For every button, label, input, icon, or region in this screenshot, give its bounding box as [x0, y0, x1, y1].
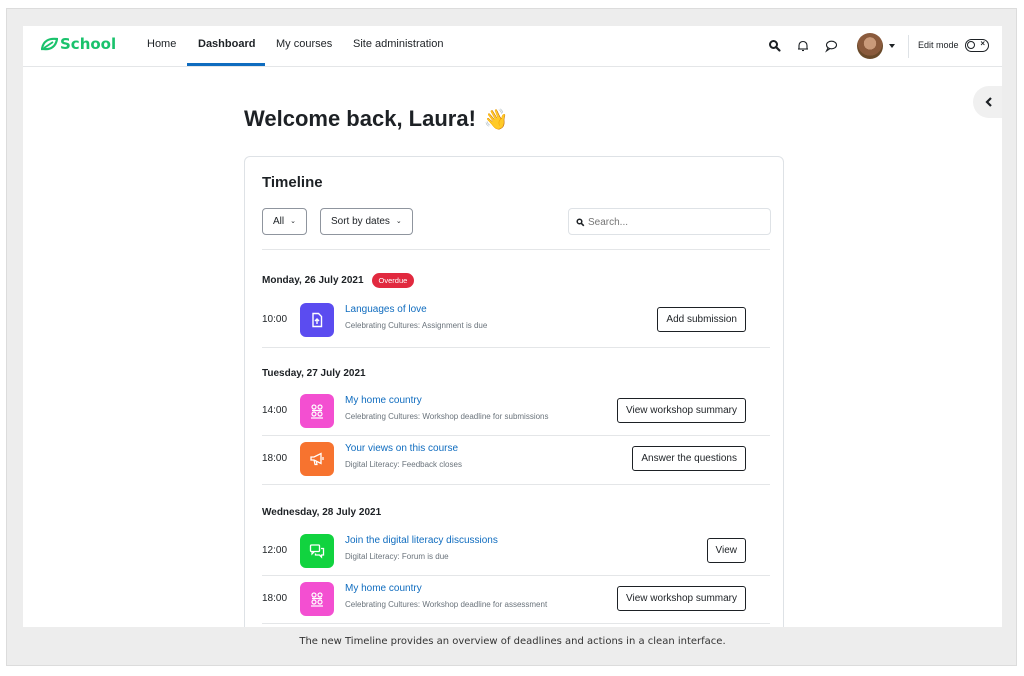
- edit-mode-toggle[interactable]: ×: [965, 39, 989, 52]
- sort-dropdown[interactable]: Sort by dates ⌄: [320, 208, 413, 235]
- view-workshop-summary-button[interactable]: View workshop summary: [617, 398, 746, 423]
- workshop-icon: [300, 582, 334, 616]
- timeline-block: Timeline All ⌄ Sort by dates ⌄ Monday, 26 …: [244, 156, 784, 627]
- search-input[interactable]: [588, 214, 763, 230]
- timeline-event: 12:00 Join the digital literacy discussi…: [262, 528, 770, 574]
- date-heading: Tuesday, 27 July 2021: [262, 368, 366, 379]
- event-time: 18:00: [262, 593, 288, 604]
- brand-logo[interactable]: School: [41, 35, 116, 53]
- timeline-event: 18:00 My home country Celebrating Cultur…: [262, 576, 770, 622]
- filter-dropdown[interactable]: All ⌄: [262, 208, 307, 235]
- timeline-event: 14:00 My home country Celebrating Cultur…: [262, 388, 770, 434]
- event-description: Celebrating Cultures: Assignment is due: [345, 321, 488, 330]
- divider: [262, 347, 770, 348]
- search-icon[interactable]: [768, 39, 782, 53]
- timeline-event: 10:00 Languages of love Celebrating Cult…: [262, 297, 770, 343]
- user-avatar[interactable]: [857, 33, 883, 59]
- date-heading: Monday, 26 July 2021 Overdue: [262, 273, 415, 288]
- add-submission-button[interactable]: Add submission: [657, 307, 746, 332]
- toggle-knob: [967, 41, 975, 49]
- waving-hand-icon: 👋: [483, 108, 509, 131]
- event-name-link[interactable]: Join the digital literacy discussions: [345, 535, 498, 546]
- timeline-event: 18:00 Your views on this course Digital …: [262, 436, 770, 482]
- edit-mode-label: Edit mode: [918, 40, 959, 50]
- nav-site-administration[interactable]: Site administration: [353, 38, 444, 50]
- user-menu-caret-icon[interactable]: [889, 44, 895, 48]
- date-heading: Wednesday, 28 July 2021: [262, 507, 381, 518]
- chevron-down-icon: ⌄: [290, 218, 296, 225]
- event-time: 14:00: [262, 405, 288, 416]
- forum-icon: [300, 534, 334, 568]
- event-description: Digital Literacy: Forum is due: [345, 552, 449, 561]
- nav-home[interactable]: Home: [147, 38, 176, 50]
- workshop-icon: [300, 394, 334, 428]
- event-description: Celebrating Cultures: Workshop deadline …: [345, 412, 549, 421]
- divider: [262, 484, 770, 485]
- assignment-icon: [300, 303, 334, 337]
- event-time: 12:00: [262, 545, 288, 556]
- date-label: Monday, 26 July 2021: [262, 275, 364, 286]
- megaphone-icon: [300, 442, 334, 476]
- chevron-down-icon: ⌄: [395, 218, 402, 225]
- active-nav-indicator: [187, 63, 265, 66]
- screenshot-frame: School Home Dashboard My courses Site ad…: [6, 8, 1017, 666]
- nav-my-courses[interactable]: My courses: [276, 38, 332, 50]
- screenshot-caption: The new Timeline provides an overview of…: [299, 636, 726, 647]
- timeline-title: Timeline: [262, 174, 323, 191]
- view-button[interactable]: View: [706, 538, 746, 563]
- view-workshop-summary-button[interactable]: View workshop summary: [617, 586, 746, 611]
- event-time: 18:00: [262, 453, 288, 464]
- event-name-link[interactable]: My home country: [345, 583, 422, 594]
- date-label: Tuesday, 27 July 2021: [262, 368, 366, 379]
- toggle-off-icon: ×: [980, 39, 985, 48]
- sort-label: Sort by dates: [331, 216, 390, 227]
- search-icon: [576, 218, 585, 227]
- open-block-drawer-button[interactable]: [973, 86, 1002, 118]
- navbar-divider: [908, 35, 909, 58]
- filter-label: All: [273, 216, 285, 227]
- top-navbar: School Home Dashboard My courses Site ad…: [23, 26, 1002, 67]
- leaf-icon: [41, 37, 58, 51]
- messages-icon[interactable]: [824, 39, 838, 53]
- chevron-left-icon: [985, 97, 992, 107]
- divider: [262, 249, 770, 250]
- browser-viewport: School Home Dashboard My courses Site ad…: [23, 26, 1002, 627]
- overdue-badge: Overdue: [371, 273, 415, 288]
- brand-name: School: [60, 35, 117, 53]
- welcome-text: Welcome back, Laura!: [244, 106, 476, 131]
- event-name-link[interactable]: Languages of love: [345, 304, 427, 315]
- divider: [262, 623, 770, 624]
- event-name-link[interactable]: Your views on this course: [345, 443, 458, 454]
- bell-icon[interactable]: [796, 39, 810, 53]
- event-time: 10:00: [262, 314, 288, 325]
- nav-dashboard[interactable]: Dashboard: [198, 38, 255, 50]
- date-label: Wednesday, 28 July 2021: [262, 507, 382, 518]
- event-description: Celebrating Cultures: Workshop deadline …: [345, 600, 548, 609]
- event-description: Digital Literacy: Feedback closes: [345, 460, 462, 469]
- event-name-link[interactable]: My home country: [345, 395, 422, 406]
- timeline-search[interactable]: [568, 208, 771, 235]
- page-title: Welcome back, Laura! 👋: [244, 106, 509, 132]
- answer-the-questions-button[interactable]: Answer the questions: [632, 446, 746, 471]
